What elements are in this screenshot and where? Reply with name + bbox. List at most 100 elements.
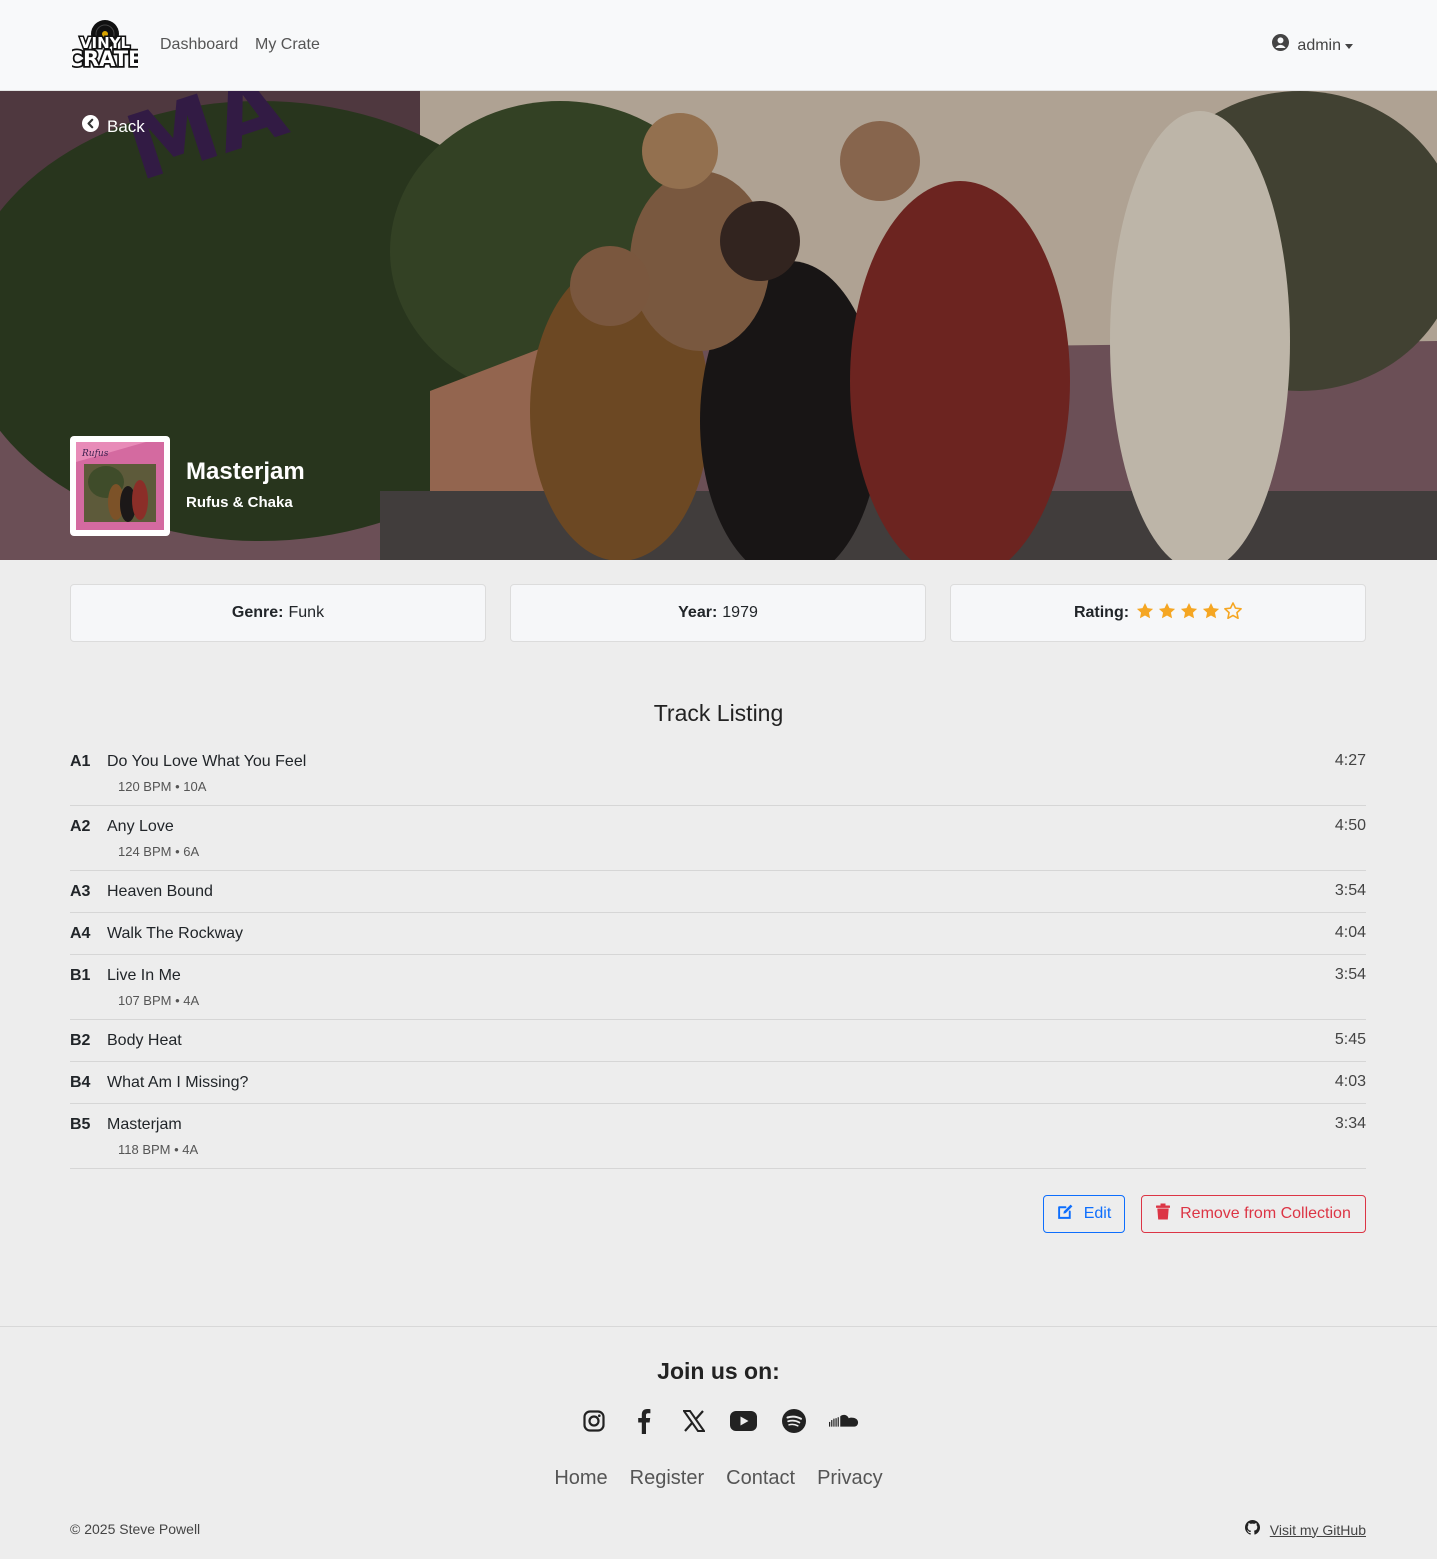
- year-value: 1979: [722, 604, 758, 621]
- github-label: Visit my GitHub: [1269, 1521, 1366, 1538]
- user-name: admin: [1297, 37, 1341, 54]
- rating-label: Rating:: [1073, 604, 1130, 621]
- footer-register-link[interactable]: Register: [630, 1465, 704, 1491]
- track-position: B2: [70, 1032, 91, 1049]
- track-title: Walk The Rockway: [107, 925, 244, 942]
- spotify-icon[interactable]: [779, 1407, 809, 1435]
- remove-from-collection-button[interactable]: Remove from Collection: [1141, 1195, 1366, 1233]
- track-row: B2 Body Heat 5:45: [70, 1020, 1366, 1062]
- user-circle-icon: [1272, 34, 1290, 58]
- track-duration: 3:34: [1334, 1115, 1366, 1132]
- track-row: B4 What Am I Missing? 4:03: [70, 1062, 1366, 1104]
- edit-label: Edit: [1083, 1205, 1112, 1222]
- track-position: A4: [70, 925, 91, 942]
- track-main: B5 Masterjam: [70, 1115, 1366, 1135]
- x-icon[interactable]: [679, 1407, 709, 1435]
- svg-text:CRATE: CRATE: [72, 47, 138, 71]
- album-thumbnail: Rufus: [70, 436, 170, 536]
- album-artist: Rufus & Chaka: [186, 494, 293, 511]
- track-row: A1 Do You Love What You Feel 4:27 120 BPM •…: [70, 741, 1366, 806]
- year-card: Year: 1979: [510, 584, 926, 642]
- vinyl-crate-logo[interactable]: VINYL CRATE: [66, 18, 144, 73]
- track-position: B4: [70, 1074, 91, 1091]
- genre-label: Genre:: [231, 604, 284, 621]
- track-title: Live In Me: [107, 967, 181, 984]
- track-row: B1 Live In Me 3:54 107 BPM • 4A: [70, 955, 1366, 1020]
- track-title: Do You Love What You Feel: [107, 753, 307, 770]
- track-row: A4 Walk The Rockway 4:04: [70, 913, 1366, 955]
- navbar: VINYL CRATE Dashboard My Crate admin: [0, 0, 1437, 91]
- track-duration: 4:04: [1334, 924, 1366, 941]
- edit-button[interactable]: Edit: [1043, 1195, 1125, 1233]
- track-title: Heaven Bound: [107, 883, 213, 900]
- track-position: A1: [70, 753, 91, 770]
- star-filled-icon: [1180, 602, 1198, 624]
- star-filled-icon: [1158, 602, 1176, 624]
- back-button[interactable]: Back: [82, 115, 145, 138]
- copyright: © 2025 Steve Powell: [70, 1521, 201, 1537]
- github-icon: [1244, 1520, 1260, 1539]
- track-title: Masterjam: [107, 1116, 182, 1133]
- track-main: A2 Any Love: [70, 817, 1366, 837]
- track-title: Any Love: [107, 818, 174, 835]
- chevron-left-circle-icon: [82, 115, 99, 138]
- star-filled-icon: [1136, 602, 1154, 624]
- album-hero: MA Back Rufus Masterjam Rufus & Chaka: [0, 91, 1437, 560]
- track-row: A2 Any Love 4:50 124 BPM • 6A: [70, 806, 1366, 871]
- github-link[interactable]: Visit my GitHub: [1244, 1520, 1366, 1539]
- track-position: B1: [70, 967, 91, 984]
- track-bpm-key: 120 BPM • 10A: [118, 779, 207, 794]
- year-label: Year:: [678, 604, 718, 621]
- svg-text:Rufus: Rufus: [81, 449, 109, 459]
- album-cover-background: MA: [0, 91, 1437, 560]
- track-row: B5 Masterjam 3:34 118 BPM • 4A: [70, 1104, 1366, 1169]
- back-label: Back: [107, 116, 145, 136]
- track-duration: 4:27: [1334, 752, 1366, 769]
- track-main: B4 What Am I Missing?: [70, 1073, 1366, 1093]
- social-links: [0, 1407, 1437, 1435]
- track-main: B2 Body Heat: [70, 1031, 1366, 1051]
- soundcloud-icon[interactable]: [828, 1407, 859, 1435]
- footer-contact-link[interactable]: Contact: [726, 1465, 795, 1491]
- track-duration: 3:54: [1334, 882, 1366, 899]
- track-duration: 4:03: [1334, 1073, 1366, 1090]
- trash-icon: [1156, 1203, 1171, 1225]
- chevron-down-icon: [1345, 43, 1353, 49]
- track-main: A1 Do You Love What You Feel: [70, 752, 1366, 772]
- track-main: B1 Live In Me: [70, 966, 1366, 986]
- rating-stars: [1136, 602, 1242, 624]
- track-list: A1 Do You Love What You Feel 4:27 120 BPM •…: [70, 741, 1366, 1169]
- track-position: B5: [70, 1116, 91, 1133]
- star-filled-icon: [1202, 602, 1220, 624]
- footer-home-link[interactable]: Home: [554, 1465, 607, 1491]
- nav-my-crate-link[interactable]: My Crate: [255, 34, 320, 56]
- nav-dashboard-link[interactable]: Dashboard: [160, 34, 238, 56]
- album-title: Masterjam: [186, 458, 305, 485]
- track-duration: 3:54: [1334, 966, 1366, 983]
- track-main: A3 Heaven Bound: [70, 882, 1366, 902]
- track-duration: 5:45: [1334, 1031, 1366, 1048]
- track-bpm-key: 124 BPM • 6A: [118, 844, 200, 859]
- track-position: A3: [70, 883, 91, 900]
- user-menu-toggle[interactable]: admin: [1272, 34, 1353, 58]
- track-row: A3 Heaven Bound 3:54: [70, 871, 1366, 913]
- instagram-icon[interactable]: [579, 1407, 609, 1435]
- remove-label: Remove from Collection: [1180, 1205, 1351, 1222]
- genre-value: Funk: [288, 604, 325, 621]
- track-bpm-key: 118 BPM • 4A: [118, 1142, 199, 1157]
- join-us-heading: Join us on:: [657, 1358, 780, 1384]
- rating-card: Rating:: [950, 584, 1366, 642]
- youtube-icon[interactable]: [729, 1407, 759, 1435]
- star-empty-icon: [1224, 602, 1242, 624]
- track-position: A2: [70, 818, 91, 835]
- footer-privacy-link[interactable]: Privacy: [817, 1465, 883, 1491]
- footer: Join us on: Home Register Contact Privac…: [0, 1326, 1437, 1559]
- track-bpm-key: 107 BPM • 4A: [118, 993, 200, 1008]
- track-title: Body Heat: [107, 1032, 182, 1049]
- genre-card: Genre: Funk: [70, 584, 486, 642]
- track-listing-title: Track Listing: [653, 700, 784, 726]
- track-main: A4 Walk The Rockway: [70, 924, 1366, 944]
- footer-links: Home Register Contact Privacy: [0, 1465, 1437, 1491]
- facebook-icon[interactable]: [629, 1407, 659, 1435]
- track-duration: 4:50: [1334, 817, 1366, 834]
